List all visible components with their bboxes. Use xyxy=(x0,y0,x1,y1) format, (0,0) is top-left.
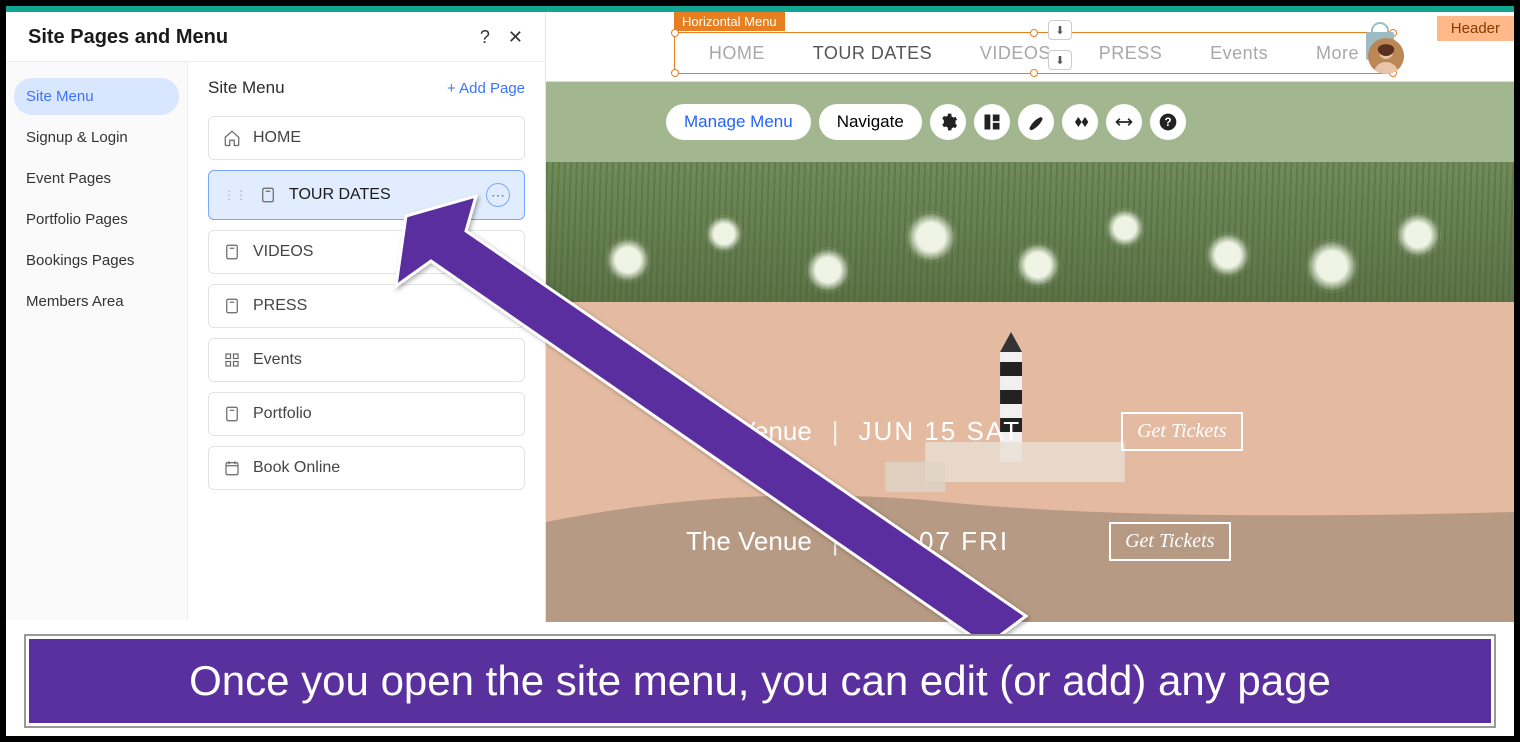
drag-handle-icon[interactable]: ⋮⋮ xyxy=(223,188,247,202)
navigate-button[interactable]: Navigate xyxy=(819,104,922,140)
nav-site-menu[interactable]: Site Menu xyxy=(14,78,179,115)
site-pages-panel: Site Pages and Menu ? ✕ Site Menu Signup… xyxy=(6,12,546,622)
page-item-label: VIDEOS xyxy=(253,243,313,261)
animation-icon[interactable] xyxy=(1062,104,1098,140)
page-item-events[interactable]: ⋮⋮ Events ⋯ xyxy=(208,338,525,382)
site-preview-canvas: Horizontal Menu HOME TOUR DATES VIDEOS P… xyxy=(546,12,1514,622)
horizontal-menu-badge: Horizontal Menu xyxy=(674,12,785,31)
page-item-tour-dates[interactable]: ⋮⋮ TOUR DATES ⋯ xyxy=(208,170,525,220)
page-item-book-online[interactable]: ⋮⋮ Book Online ⋯ xyxy=(208,446,525,490)
horizontal-menu-selection[interactable]: HOME TOUR DATES VIDEOS PRESS Events More xyxy=(674,32,1394,74)
layout-icon[interactable] xyxy=(974,104,1010,140)
menu-item-more[interactable]: More xyxy=(1316,43,1359,64)
stretch-down-button[interactable]: ⬇ xyxy=(1048,50,1072,70)
menu-item-press[interactable]: PRESS xyxy=(1099,43,1163,64)
nav-portfolio-pages[interactable]: Portfolio Pages xyxy=(14,201,179,238)
home-icon xyxy=(223,129,241,147)
page-list: Site Menu Add Page ⋮⋮ HOME ⋯ ⋮⋮ TOUR DAT… xyxy=(188,62,545,620)
menu-item-videos[interactable]: VIDEOS xyxy=(980,43,1051,64)
separator: | xyxy=(832,526,839,557)
page-icon xyxy=(223,243,241,261)
header-badge: Header xyxy=(1437,16,1514,41)
page-item-videos[interactable]: ⋮⋮ VIDEOS ⋯ xyxy=(208,230,525,274)
settings-icon[interactable] xyxy=(930,104,966,140)
menu-item-tour-dates[interactable]: TOUR DATES xyxy=(813,43,932,64)
page-item-label: Events xyxy=(253,351,302,369)
get-tickets-button[interactable]: Get Tickets xyxy=(1121,412,1242,451)
event-row-2: The Venue | JUL 07 FRI Get Tickets xyxy=(686,522,1231,561)
page-icon xyxy=(259,186,277,204)
event-venue: The Venue xyxy=(686,526,812,557)
add-page-button[interactable]: Add Page xyxy=(447,80,525,97)
event-date: JUN 15 SAT xyxy=(859,416,1022,447)
menu-item-home[interactable]: HOME xyxy=(709,43,765,64)
annotation-caption: Once you open the site menu, you can edi… xyxy=(26,636,1494,726)
hero-section: Manage Menu Navigate ? xyxy=(546,82,1514,302)
element-toolbar: Manage Menu Navigate ? xyxy=(666,104,1186,140)
manage-menu-button[interactable]: Manage Menu xyxy=(666,104,811,140)
page-item-label: TOUR DATES xyxy=(289,186,391,204)
svg-text:?: ? xyxy=(1164,116,1171,129)
menu-item-events[interactable]: Events xyxy=(1210,43,1268,64)
help-button[interactable]: ? xyxy=(480,27,490,48)
page-item-label: Book Online xyxy=(253,459,340,477)
design-icon[interactable] xyxy=(1018,104,1054,140)
page-icon xyxy=(223,297,241,315)
page-item-label: Portfolio xyxy=(253,405,312,423)
panel-left-nav: Site Menu Signup & Login Event Pages Por… xyxy=(6,62,188,620)
separator: | xyxy=(832,416,839,447)
nav-members-area[interactable]: Members Area xyxy=(14,283,179,320)
help-icon[interactable]: ? xyxy=(1150,104,1186,140)
stretch-icon[interactable] xyxy=(1106,104,1142,140)
grid-icon xyxy=(223,351,241,369)
page-item-label: HOME xyxy=(253,129,301,147)
panel-title: Site Pages and Menu xyxy=(28,26,228,49)
avatar[interactable] xyxy=(1368,38,1404,74)
nav-event-pages[interactable]: Event Pages xyxy=(14,160,179,197)
page-icon xyxy=(223,405,241,423)
page-item-label: PRESS xyxy=(253,297,307,315)
get-tickets-button[interactable]: Get Tickets xyxy=(1109,522,1230,561)
more-icon[interactable]: ⋯ xyxy=(486,183,510,207)
page-list-title: Site Menu xyxy=(208,78,285,98)
event-venue: The Venue xyxy=(686,416,812,447)
close-button[interactable]: ✕ xyxy=(508,27,523,48)
event-row-1: The Venue | JUN 15 SAT Get Tickets xyxy=(686,412,1243,451)
events-section: The Venue | JUN 15 SAT Get Tickets The V… xyxy=(546,302,1514,622)
page-item-home[interactable]: ⋮⋮ HOME ⋯ xyxy=(208,116,525,160)
calendar-icon xyxy=(223,459,241,477)
nav-signup-login[interactable]: Signup & Login xyxy=(14,119,179,156)
nav-bookings-pages[interactable]: Bookings Pages xyxy=(14,242,179,279)
page-item-press[interactable]: ⋮⋮ PRESS ⋯ xyxy=(208,284,525,328)
site-header: Horizontal Menu HOME TOUR DATES VIDEOS P… xyxy=(546,12,1514,82)
stretch-up-button[interactable]: ⬇ xyxy=(1048,20,1072,40)
page-item-portfolio[interactable]: ⋮⋮ Portfolio ⋯ xyxy=(208,392,525,436)
event-date: JUL 07 FRI xyxy=(859,526,1010,557)
